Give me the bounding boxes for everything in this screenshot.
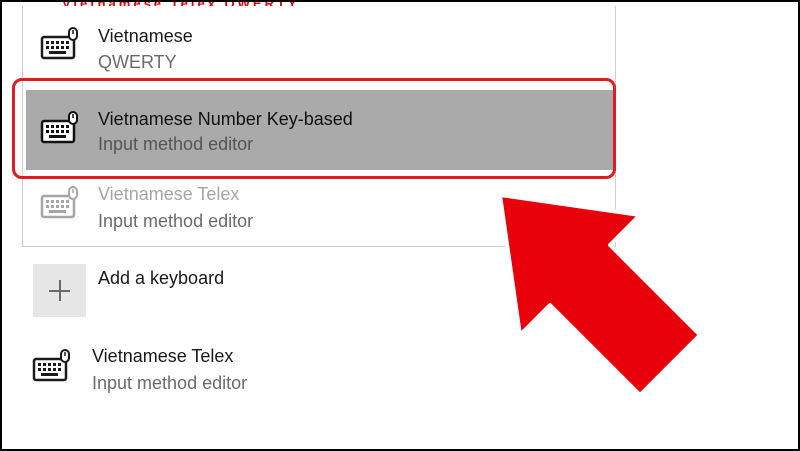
keyboard-icon (32, 349, 70, 382)
installed-keyboard-name: Vietnamese Telex (92, 346, 234, 366)
layout-name: Vietnamese Telex (98, 184, 240, 204)
red-arrow-annotation (498, 193, 702, 397)
keyboard-icon (40, 186, 78, 219)
layout-type: QWERTY (98, 52, 177, 72)
screenshot-frame: Vietnamese Telex QWERTY Vietnamese QWERT… (0, 0, 800, 451)
layout-type: Input method editor (98, 211, 254, 231)
layout-option-vietnamese[interactable]: Vietnamese QWERTY (23, 6, 615, 84)
add-keyboard-label[interactable]: Add a keyboard (98, 268, 224, 289)
add-keyboard-button[interactable] (33, 264, 86, 317)
layout-name: Vietnamese (98, 26, 193, 46)
plus-icon-vertical (59, 280, 61, 301)
keyboard-icon (40, 27, 78, 60)
installed-keyboard-type: Input method editor (92, 373, 248, 393)
highlight-outline (12, 78, 616, 179)
